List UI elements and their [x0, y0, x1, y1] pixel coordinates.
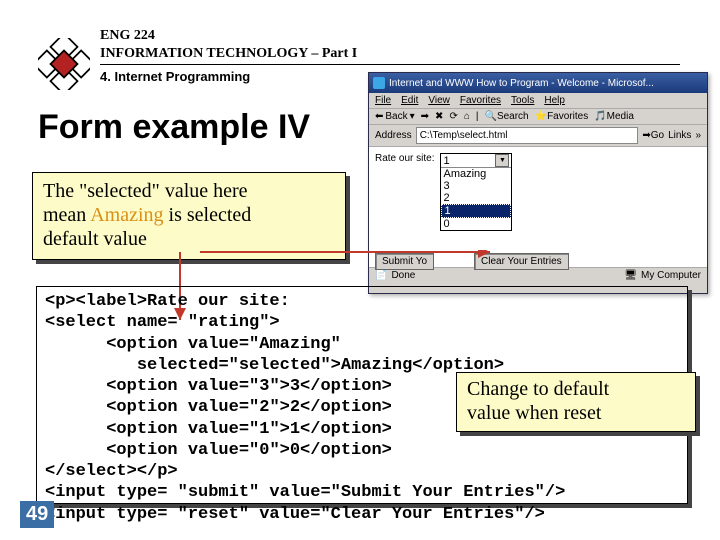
computer-icon: 🖥	[624, 270, 637, 281]
browser-content: Rate our site: 1▼ Amazing 3 2 1 0 Submit…	[369, 147, 707, 267]
search-button[interactable]: 🔍Search	[484, 111, 528, 122]
callout-line: default value	[43, 227, 335, 251]
select-option[interactable]: 2	[441, 192, 511, 204]
menu-favorites[interactable]: Favorites	[460, 95, 501, 106]
status-zone: My Computer	[641, 270, 701, 281]
menu-view[interactable]: View	[428, 95, 450, 106]
slide-title: Form example IV	[38, 108, 310, 147]
rate-label: Rate our site:	[375, 153, 434, 164]
slide-number: 49	[20, 501, 54, 528]
browser-titlebar: Internet and WWW How to Program - Welcom…	[369, 73, 707, 93]
callout-line: The "selected" value here	[43, 179, 335, 203]
menu-edit[interactable]: Edit	[401, 95, 418, 106]
browser-title: Internet and WWW How to Program - Welcom…	[389, 78, 654, 89]
browser-toolbar: ⬅ Back ▾ ➡ ✖ ⟳ ⌂ | 🔍Search ⭐Favorites 🎵M…	[369, 109, 707, 125]
select-option-highlighted[interactable]: 1	[441, 204, 511, 218]
address-label: Address	[375, 130, 412, 141]
callout-line: value when reset	[467, 401, 685, 425]
stop-button[interactable]: ✖	[435, 111, 443, 122]
select-option[interactable]: 0	[441, 218, 511, 230]
callout-line: Change to default	[467, 377, 685, 401]
favorites-button[interactable]: ⭐Favorites	[535, 111, 589, 122]
clear-button[interactable]: Clear Your Entries	[474, 253, 569, 270]
address-input[interactable]: C:\Temp\select.html	[416, 127, 639, 144]
chevron-down-icon[interactable]: ▼	[495, 154, 509, 167]
browser-window: Internet and WWW How to Program - Welcom…	[368, 72, 708, 294]
back-button[interactable]: ⬅ Back ▾	[375, 111, 415, 122]
course-code: ENG 224	[100, 28, 680, 44]
page-icon: 📄	[375, 270, 387, 281]
menu-tools[interactable]: Tools	[511, 95, 534, 106]
highlight-word: Amazing	[90, 204, 163, 226]
callout-selected-explain: The "selected" value here mean Amazing i…	[32, 172, 346, 260]
menu-help[interactable]: Help	[544, 95, 565, 106]
media-button[interactable]: 🎵Media	[594, 111, 634, 122]
browser-addressbar: Address C:\Temp\select.html ➡Go Links»	[369, 125, 707, 147]
submit-button[interactable]: Submit Yo	[375, 253, 434, 270]
ie-icon	[373, 77, 385, 89]
go-button[interactable]: ➡Go	[642, 130, 664, 141]
status-done: Done	[391, 270, 415, 281]
home-button[interactable]: ⌂	[464, 111, 470, 122]
browser-menubar: File Edit View Favorites Tools Help	[369, 93, 707, 109]
links-label: Links	[668, 130, 691, 141]
callout-reset-explain: Change to default value when reset	[456, 372, 696, 432]
forward-button[interactable]: ➡	[421, 111, 429, 122]
menu-file[interactable]: File	[375, 95, 391, 106]
course-title: INFORMATION TECHNOLOGY – Part I	[100, 46, 680, 65]
select-option[interactable]: Amazing	[441, 168, 511, 180]
refresh-button[interactable]: ⟳	[449, 111, 457, 122]
callout-line: mean Amazing is selected	[43, 203, 335, 227]
rating-select[interactable]: 1▼ Amazing 3 2 1 0	[440, 153, 512, 231]
select-option[interactable]: 3	[441, 180, 511, 192]
institution-logo	[38, 38, 90, 90]
